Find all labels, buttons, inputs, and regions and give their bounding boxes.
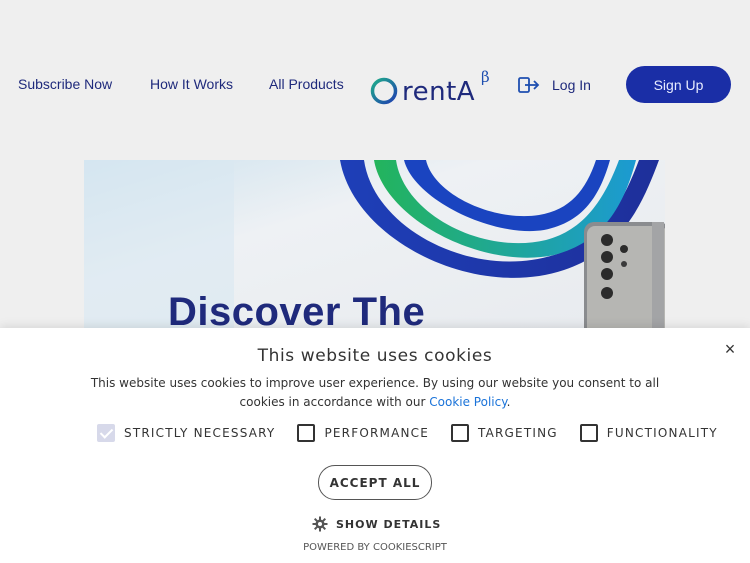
nav-subscribe-link[interactable]: Subscribe Now <box>18 76 112 92</box>
option-performance[interactable]: PERFORMANCE <box>297 424 429 442</box>
login-label: Log In <box>552 77 591 93</box>
cookie-description: This website uses cookies to improve use… <box>84 374 666 412</box>
targeting-checkbox[interactable] <box>451 424 470 442</box>
powered-by-cookiescript[interactable]: POWERED BY COOKIESCRIPT <box>0 542 750 553</box>
performance-label: PERFORMANCE <box>324 426 430 440</box>
targeting-label: TARGETING <box>478 426 558 440</box>
logo-text: rentA <box>402 77 476 107</box>
cookie-banner: × This website uses cookies This website… <box>0 328 750 563</box>
cookie-options: STRICTLY NECESSARY PERFORMANCE TARGETING… <box>97 424 718 442</box>
functionality-checkbox[interactable] <box>579 424 598 442</box>
cookie-title: This website uses cookies <box>257 346 493 366</box>
logo-beta: β <box>481 68 490 86</box>
nav-all-products-link[interactable]: All Products <box>269 76 344 92</box>
option-functionality[interactable]: FUNCTIONALITY <box>579 424 718 442</box>
show-details-label: SHOW DETAILS <box>336 517 442 531</box>
accept-all-button[interactable]: ACCEPT ALL <box>318 465 432 500</box>
cookie-description-text: This website uses cookies to improve use… <box>90 376 660 409</box>
show-details-button[interactable]: SHOW DETAILS <box>312 516 441 532</box>
nav-how-it-works-link[interactable]: How It Works <box>150 76 233 92</box>
option-strictly-necessary[interactable]: STRICTLY NECESSARY <box>97 424 275 442</box>
login-icon <box>518 77 540 93</box>
header: Subscribe Now How It Works All Products … <box>0 0 750 168</box>
renta-logo[interactable]: rentA β <box>370 68 495 110</box>
gear-icon <box>312 516 328 532</box>
cookie-policy-link[interactable]: Cookie Policy <box>429 395 506 409</box>
strictly-necessary-checkbox[interactable] <box>97 424 115 442</box>
option-targeting[interactable]: TARGETING <box>451 424 558 442</box>
strictly-necessary-label: STRICTLY NECESSARY <box>124 426 276 440</box>
cookie-description-period: . <box>506 395 511 409</box>
functionality-label: FUNCTIONALITY <box>606 426 718 440</box>
signup-button[interactable]: Sign Up <box>626 66 731 103</box>
login-button[interactable]: Log In <box>518 74 591 96</box>
logo-ring-icon <box>370 77 398 105</box>
performance-checkbox[interactable] <box>297 424 316 442</box>
hero-banner[interactable]: Discover The <box>84 160 665 340</box>
